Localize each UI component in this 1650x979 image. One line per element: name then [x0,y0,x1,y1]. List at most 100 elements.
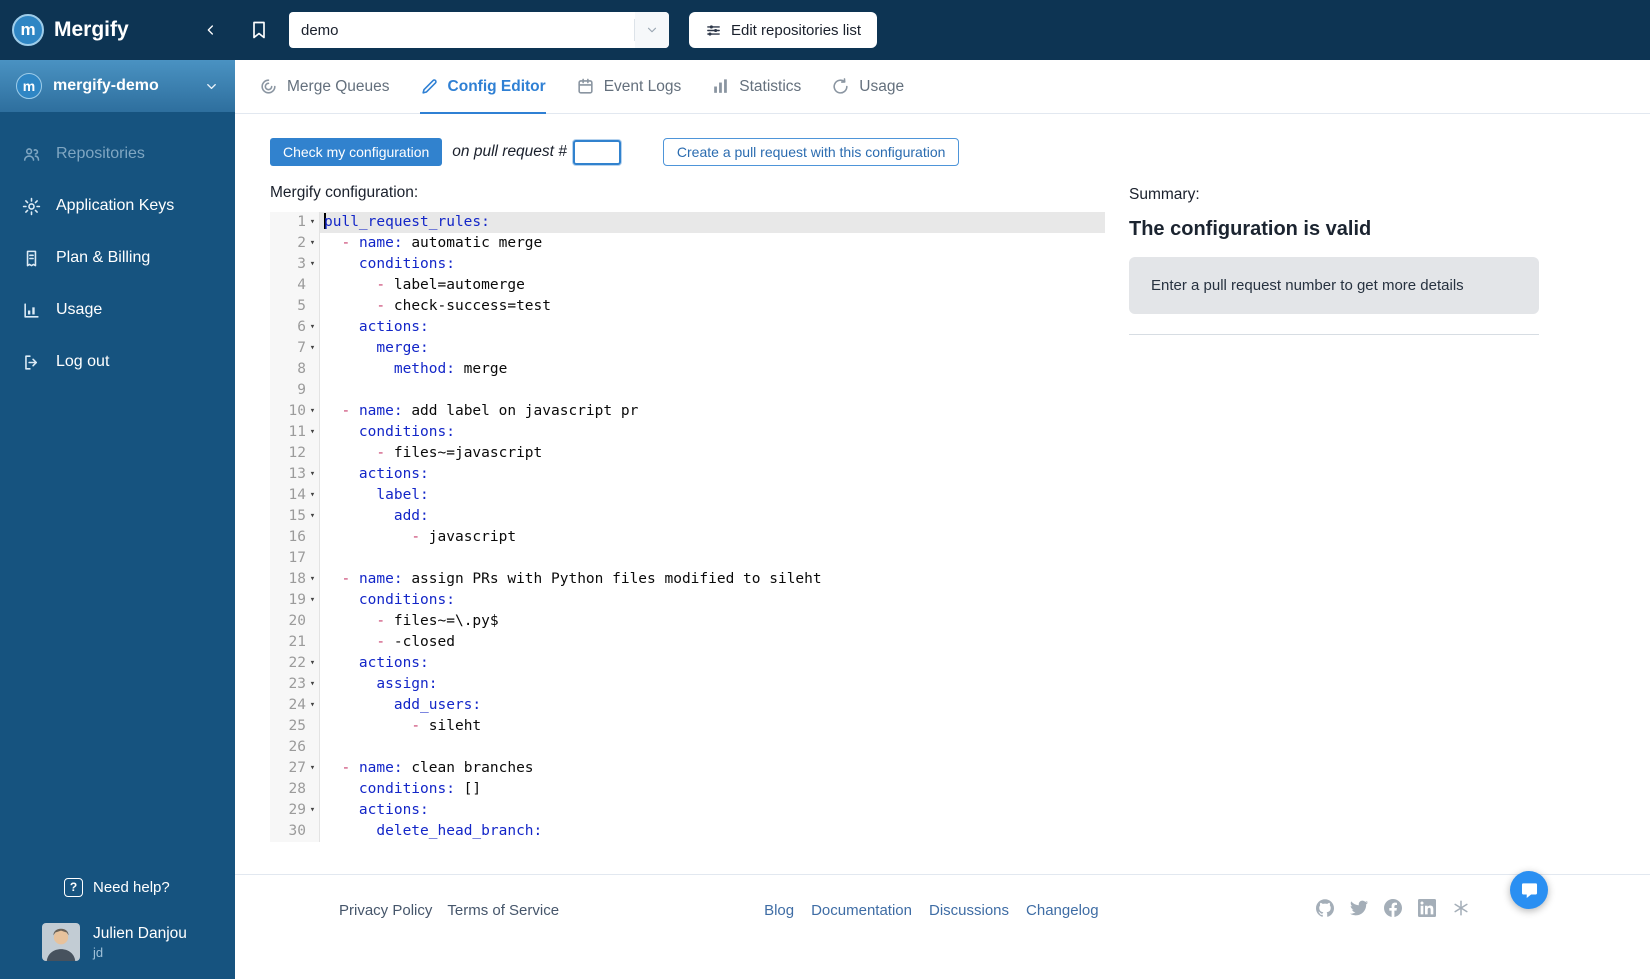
code-line[interactable]: 7▾ merge: [270,338,1105,359]
code-line[interactable]: 11▾ conditions: [270,422,1105,443]
code-line[interactable]: 18▾ - name: assign PRs with Python files… [270,569,1105,590]
org-switcher[interactable]: m mergify-demo [0,60,235,112]
code-line[interactable]: 4 - label=automerge [270,275,1105,296]
fold-marker[interactable]: ▾ [306,653,319,674]
footer-slack-link[interactable] [1452,899,1470,921]
line-number: 20 [270,611,306,632]
fold-marker[interactable]: ▾ [306,506,319,527]
code-line[interactable]: 17 [270,548,1105,569]
footer-github-link[interactable] [1316,899,1334,921]
code-line[interactable]: 6▾ actions: [270,317,1105,338]
fold-marker[interactable]: ▾ [306,800,319,821]
repositories-icon [22,145,41,164]
fold-marker [306,737,319,758]
fold-marker[interactable]: ▾ [306,569,319,590]
line-gutter: 1▾ [270,212,320,233]
fold-marker[interactable]: ▾ [306,212,319,233]
code-line[interactable]: 2▾ - name: automatic merge [270,233,1105,254]
code-text: delete_head_branch: [320,821,1105,842]
tab-event-logs[interactable]: Event Logs [576,60,682,113]
code-line[interactable]: 12 - files~=javascript [270,443,1105,464]
fold-marker[interactable]: ▾ [306,758,319,779]
footer-link-privacy-policy[interactable]: Privacy Policy [339,902,432,919]
code-line[interactable]: 21 - -closed [270,632,1105,653]
code-line[interactable]: 27▾ - name: clean branches [270,758,1105,779]
repository-select-toggle[interactable] [635,12,669,48]
code-line[interactable]: 24▾ add_users: [270,695,1105,716]
tab-merge-queues[interactable]: Merge Queues [259,60,390,113]
fold-marker[interactable]: ▾ [306,590,319,611]
sidebar-item-log-out[interactable]: Log out [0,336,235,388]
sidebar-collapse-button[interactable] [203,22,219,38]
footer-link-documentation[interactable]: Documentation [811,902,912,919]
fold-marker[interactable]: ▾ [306,338,319,359]
code-line[interactable]: 29▾ actions: [270,800,1105,821]
line-number: 22 [270,653,306,674]
footer-link-discussions[interactable]: Discussions [929,902,1009,919]
tab-statistics[interactable]: Statistics [711,60,801,113]
code-line[interactable]: 30 delete_head_branch: [270,821,1105,842]
code-line[interactable]: 15▾ add: [270,506,1105,527]
config-editor[interactable]: 1▾pull_request_rules:2▾ - name: automati… [270,212,1105,842]
footer-facebook-link[interactable] [1384,899,1402,921]
sidebar-bottom: ? Need help? Julien Danjou jd [0,869,235,979]
create-pull-request-button[interactable]: Create a pull request with this configur… [663,138,959,166]
line-gutter: 22▾ [270,653,320,674]
code-line[interactable]: 14▾ label: [270,485,1105,506]
on-pull-request-label: on pull request # [452,143,567,161]
tab-usage[interactable]: Usage [831,60,904,113]
code-line[interactable]: 25 - sileht [270,716,1105,737]
code-line[interactable]: 16 - javascript [270,527,1105,548]
code-line[interactable]: 8 method: merge [270,359,1105,380]
fold-marker[interactable]: ▾ [306,422,319,443]
code-line[interactable]: 20 - files~=\.py$ [270,611,1105,632]
bookmark-icon[interactable] [249,20,269,40]
footer-link-blog[interactable]: Blog [764,902,794,919]
line-gutter: 6▾ [270,317,320,338]
fold-marker[interactable]: ▾ [306,485,319,506]
code-line[interactable]: 26 [270,737,1105,758]
tab-config-editor[interactable]: Config Editor [420,60,546,113]
footer-twitter-link[interactable] [1350,899,1368,921]
code-line[interactable]: 13▾ actions: [270,464,1105,485]
code-line[interactable]: 3▾ conditions: [270,254,1105,275]
code-line[interactable]: 23▾ assign: [270,674,1105,695]
fold-marker[interactable]: ▾ [306,695,319,716]
line-gutter: 14▾ [270,485,320,506]
code-line[interactable]: 28 conditions: [] [270,779,1105,800]
fold-marker[interactable]: ▾ [306,401,319,422]
code-text: actions: [320,653,1105,674]
code-line[interactable]: 10▾ - name: add label on javascript pr [270,401,1105,422]
fold-marker[interactable]: ▾ [306,233,319,254]
code-line[interactable]: 19▾ conditions: [270,590,1105,611]
fold-marker [306,296,319,317]
fold-marker[interactable]: ▾ [306,464,319,485]
user-menu[interactable]: Julien Danjou jd [0,917,235,979]
fold-marker[interactable]: ▾ [306,254,319,275]
pr-number-input[interactable] [573,140,621,165]
code-line[interactable]: 1▾pull_request_rules: [270,212,1105,233]
sidebar-item-plan-billing[interactable]: Plan & Billing [0,232,235,284]
code-line[interactable]: 5 - check-success=test [270,296,1105,317]
check-configuration-button[interactable]: Check my configuration [270,138,442,166]
repository-select[interactable] [289,12,669,48]
sidebar-item-usage[interactable]: Usage [0,284,235,336]
intercom-launcher-button[interactable] [1510,871,1548,909]
code-text: - name: assign PRs with Python files mod… [320,569,1105,590]
footer-link-changelog[interactable]: Changelog [1026,902,1099,919]
mergify-logo-icon: m [12,14,44,46]
sidebar-item-repositories[interactable]: Repositories [0,128,235,180]
fold-marker[interactable]: ▾ [306,317,319,338]
user-name: Julien Danjou [93,925,187,943]
footer-linkedin-link[interactable] [1418,899,1436,921]
code-line[interactable]: 9 [270,380,1105,401]
need-help-button[interactable]: ? Need help? [0,869,235,905]
line-gutter: 13▾ [270,464,320,485]
repository-select-input[interactable] [289,22,634,39]
fold-marker[interactable]: ▾ [306,674,319,695]
footer-link-terms-of-service[interactable]: Terms of Service [447,902,559,919]
line-gutter: 18▾ [270,569,320,590]
code-line[interactable]: 22▾ actions: [270,653,1105,674]
edit-repositories-button[interactable]: Edit repositories list [689,12,877,48]
sidebar-item-application-keys[interactable]: Application Keys [0,180,235,232]
